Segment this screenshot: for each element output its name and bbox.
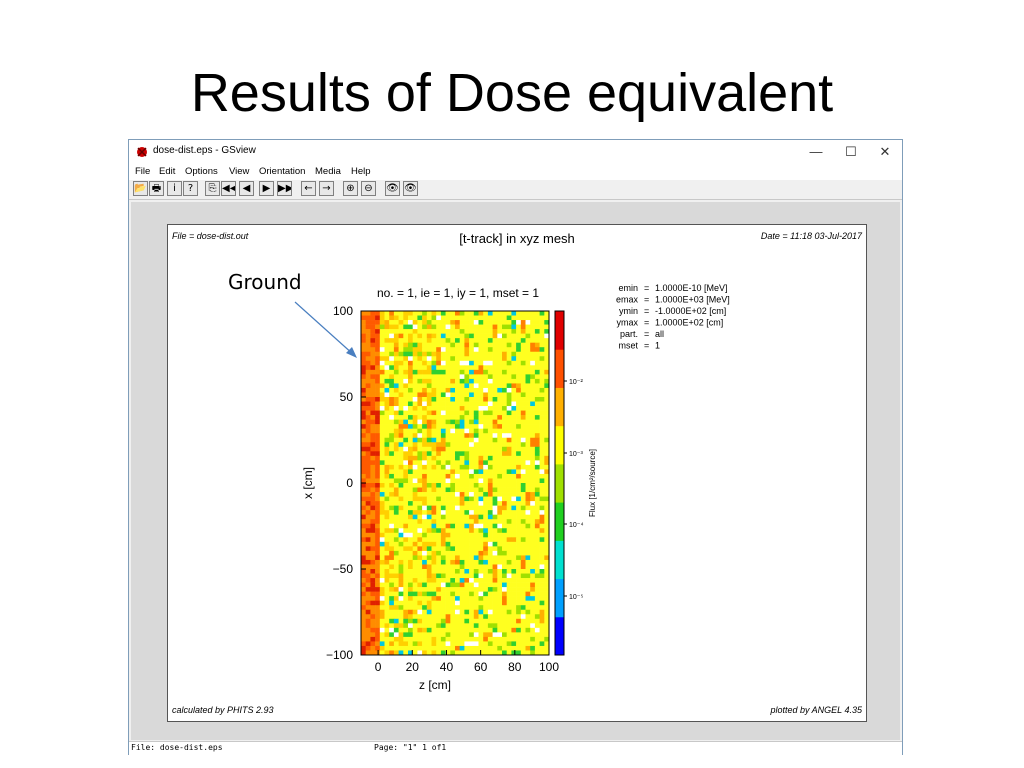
colorbar-segment	[555, 425, 564, 465]
ground-annotation: Ground	[228, 270, 302, 294]
colorbar-segment	[555, 311, 564, 350]
gsview-app-icon	[137, 147, 147, 157]
y-tick-label: 50	[340, 390, 354, 404]
param-key: ymin	[619, 306, 638, 316]
param-eq: =	[644, 306, 649, 316]
menu-bar: File Edit Options View Orientation Media Help	[129, 164, 902, 180]
colorbar-tick-label: 10⁻⁵	[569, 594, 583, 601]
y-tick-label: −100	[326, 648, 353, 662]
first-page-icon[interactable]: ◀◀	[221, 181, 236, 196]
open-icon[interactable]: 📂	[133, 181, 148, 196]
colorbar-segment	[555, 463, 564, 503]
colorbar-tick-label: 10⁻²	[569, 379, 583, 386]
param-eq: =	[644, 295, 649, 305]
menu-orientation[interactable]: Orientation	[259, 166, 305, 177]
menu-options[interactable]: Options	[185, 166, 218, 177]
maximize-button[interactable]: ☐	[834, 142, 868, 162]
x-tick-label: 80	[508, 660, 522, 674]
param-value: 1	[655, 341, 660, 351]
menu-file[interactable]: File	[135, 166, 150, 177]
param-key: emax	[616, 295, 639, 305]
gsview-window: dose-dist.eps - GSview — ☐ ✕ File Edit Opt…	[128, 139, 903, 755]
param-value: 1.0000E+02 [cm]	[655, 318, 723, 328]
date-label: Date = 11:18 03-Jul-2017	[761, 231, 863, 241]
show-all-icon[interactable]: 👁	[403, 181, 418, 196]
preview-icon[interactable]: 👁	[385, 181, 400, 196]
param-eq: =	[644, 283, 649, 293]
calc-label: calculated by PHITS 2.93	[172, 705, 274, 715]
param-key: part.	[620, 329, 638, 339]
y-tick-label: 100	[333, 304, 353, 318]
menu-media[interactable]: Media	[315, 166, 341, 177]
minimize-button[interactable]: —	[799, 142, 833, 162]
param-value: 1.0000E+03 [MeV]	[655, 295, 730, 305]
info-icon[interactable]: i	[167, 181, 182, 196]
param-eq: =	[644, 341, 649, 351]
status-page: Page: "1" 1 of1	[374, 743, 447, 752]
param-value: all	[655, 329, 664, 339]
prev-page-icon[interactable]: ◀	[239, 181, 254, 196]
next-page-icon[interactable]: ▶	[259, 181, 274, 196]
x-tick-label: 100	[539, 660, 559, 674]
status-bar: File: dose-dist.eps Page: "1" 1 of1	[129, 741, 902, 755]
x-tick-label: 40	[440, 660, 454, 674]
back-icon[interactable]: ←	[301, 181, 316, 196]
file-label: File = dose-dist.out	[172, 231, 249, 241]
plot-svg: File = dose-dist.out [t-track] in xyz mes…	[172, 231, 863, 715]
colorbar-segment	[555, 616, 564, 656]
plotted-by-label: plotted by ANGEL 4.35	[769, 705, 863, 715]
x-tick-label: 60	[474, 660, 488, 674]
y-axis-label: x [cm]	[301, 467, 315, 499]
close-button[interactable]: ✕	[868, 142, 902, 162]
param-value: -1.0000E+02 [cm]	[655, 306, 726, 316]
y-tick-label: 0	[346, 476, 353, 490]
plot-subtitle: no. = 1, ie = 1, iy = 1, mset = 1	[377, 286, 539, 300]
param-key: emin	[618, 283, 638, 293]
colorbar-segment	[555, 349, 564, 388]
menu-edit[interactable]: Edit	[159, 166, 175, 177]
param-eq: =	[644, 318, 649, 328]
plot-title: [t-track] in xyz mesh	[459, 231, 575, 246]
colorbar-segment	[555, 578, 564, 618]
forward-icon[interactable]: →	[319, 181, 334, 196]
go-to-page-icon[interactable]: ⎘	[205, 181, 220, 196]
menu-help[interactable]: Help	[351, 166, 371, 177]
x-tick-label: 20	[406, 660, 420, 674]
heatmap-cells	[361, 311, 550, 656]
colorbar-segment	[555, 387, 564, 427]
y-tick-label: −50	[333, 562, 354, 576]
status-file: File: dose-dist.eps	[131, 743, 223, 752]
window-title: dose-dist.eps - GSview	[153, 145, 256, 156]
window-titlebar: dose-dist.eps - GSview — ☐ ✕	[129, 140, 902, 164]
menu-view[interactable]: View	[229, 166, 249, 177]
zoom-out-icon[interactable]: ⊖	[361, 181, 376, 196]
zoom-in-icon[interactable]: ⊕	[343, 181, 358, 196]
help-icon[interactable]: ?	[183, 181, 198, 196]
param-key: ymax	[616, 318, 638, 328]
colorbar-segment	[555, 540, 564, 580]
param-key: mset	[618, 341, 638, 351]
x-tick-label: 0	[375, 660, 382, 674]
colorbar-tick-label: 10⁻⁴	[569, 522, 584, 529]
x-axis-label: z [cm]	[419, 678, 451, 692]
param-value: 1.0000E-10 [MeV]	[655, 283, 728, 293]
colorbar-tick-label: 10⁻³	[569, 451, 583, 458]
colorbar-segment	[555, 502, 564, 541]
slide-title: Results of Dose equivalent	[190, 63, 834, 123]
colorbar-label: Flux [1/cm²/source]	[588, 449, 597, 517]
toolbar: 📂 🖶 i? ⎘ ◀◀ ◀ ▶ ▶▶ ← → ⊕ ⊖ 👁 👁	[129, 180, 902, 200]
last-page-icon[interactable]: ▶▶	[277, 181, 292, 196]
param-eq: =	[644, 329, 649, 339]
plot-page: File = dose-dist.out [t-track] in xyz mes…	[167, 224, 867, 722]
print-icon[interactable]: 🖶	[149, 181, 164, 196]
